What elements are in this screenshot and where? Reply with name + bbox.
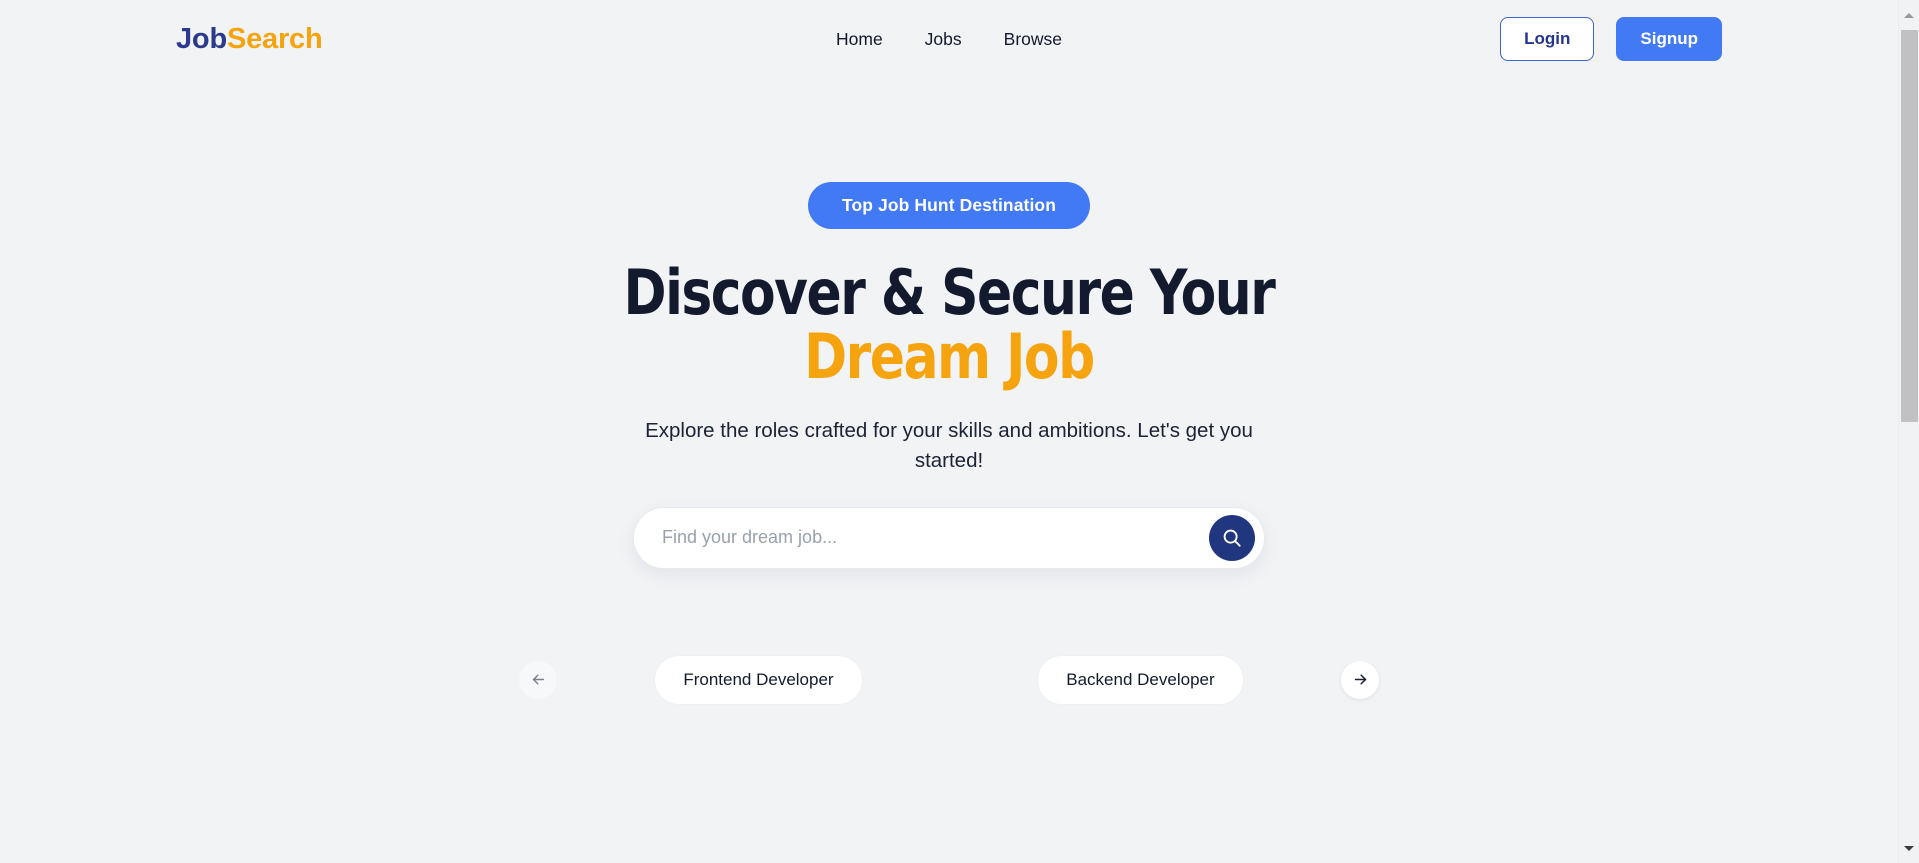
headline-line-1: Discover & Secure Your	[623, 256, 1276, 329]
category-chip-frontend-developer[interactable]: Frontend Developer	[654, 654, 863, 705]
search-bar	[633, 506, 1265, 569]
scroll-down-arrow-icon	[1904, 845, 1914, 851]
site-logo[interactable]: JobSearch	[176, 23, 323, 56]
header-actions: Login Signup	[1500, 16, 1722, 62]
carousel-next-button[interactable]	[1341, 660, 1379, 699]
scroll-down-button[interactable]	[1899, 838, 1919, 858]
hero-section: Top Job Hunt Destination Discover & Secu…	[0, 78, 1898, 705]
logo-text-primary: Job	[176, 22, 227, 55]
main-navigation: Home Jobs Browse	[836, 29, 1062, 50]
scroll-up-arrow-icon	[1904, 12, 1914, 18]
scrollbar-thumb[interactable]	[1901, 30, 1918, 422]
signup-button[interactable]: Signup	[1616, 16, 1722, 62]
search-submit-button[interactable]	[1209, 514, 1255, 561]
vertical-scrollbar[interactable]	[1898, 0, 1919, 863]
headline-line-2-accent: Dream Job	[804, 320, 1095, 394]
login-button[interactable]: Login	[1500, 16, 1595, 62]
nav-item-jobs[interactable]: Jobs	[925, 29, 962, 50]
site-header: JobSearch Home Jobs Browse Login Signup	[0, 0, 1898, 78]
search-icon	[1221, 527, 1243, 549]
arrow-right-icon	[1352, 671, 1369, 688]
carousel-prev-button[interactable]	[519, 660, 557, 699]
page-viewport: JobSearch Home Jobs Browse Login Signup …	[0, 0, 1898, 863]
search-input[interactable]	[662, 507, 1209, 568]
nav-item-browse[interactable]: Browse	[1004, 29, 1062, 50]
arrow-left-icon	[530, 671, 547, 688]
scroll-up-button[interactable]	[1899, 5, 1919, 25]
hero-badge[interactable]: Top Job Hunt Destination	[808, 182, 1090, 229]
carousel-chip-track: Frontend Developer Backend Developer	[557, 654, 1341, 705]
category-chip-backend-developer[interactable]: Backend Developer	[1037, 654, 1244, 705]
nav-item-home[interactable]: Home	[836, 29, 883, 50]
hero-subtitle: Explore the roles crafted for your skill…	[645, 418, 1253, 473]
logo-text-accent: Search	[226, 22, 323, 55]
category-carousel: Frontend Developer Backend Developer	[519, 654, 1379, 705]
page-title: Discover & Secure Your Dream Job	[624, 260, 1276, 394]
